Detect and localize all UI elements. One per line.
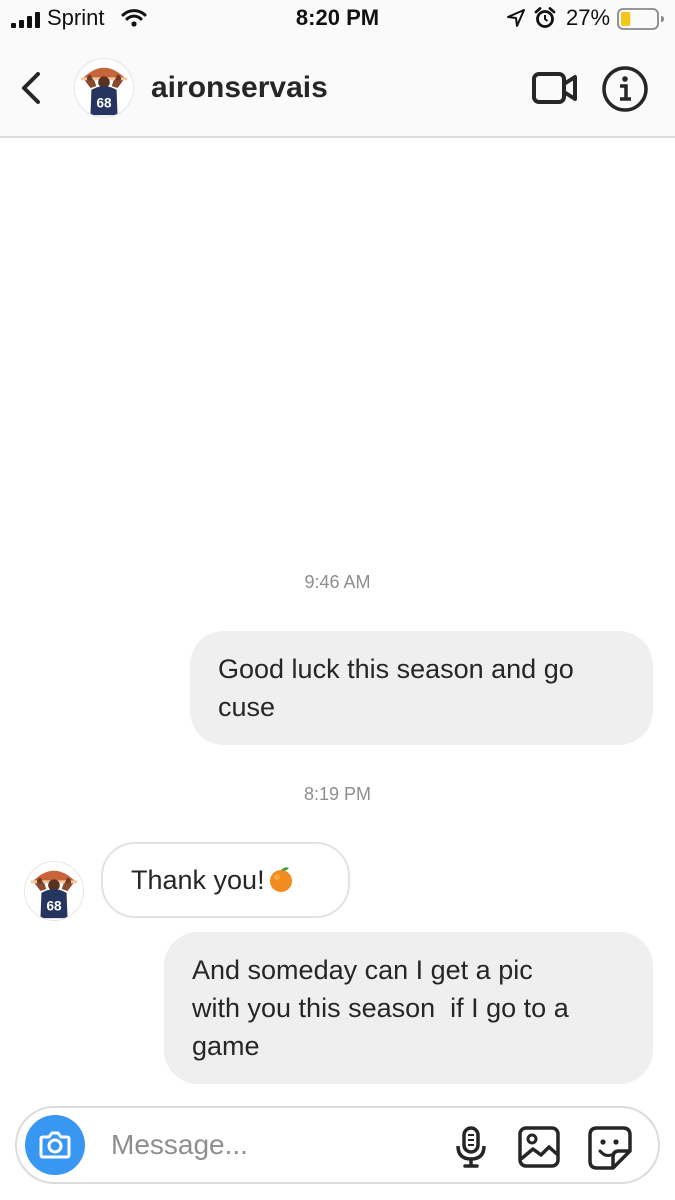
message-text-line: Good luck this season and go	[218, 654, 574, 684]
sticker-icon[interactable]	[587, 1125, 633, 1171]
svg-text:68: 68	[96, 95, 112, 110]
video-call-button[interactable]	[531, 70, 579, 106]
outgoing-message-bubble[interactable]: And someday can I get a pic with you thi…	[164, 932, 653, 1084]
alarm-icon	[534, 7, 556, 28]
message-timestamp: 9:46 AM	[304, 572, 371, 592]
battery-icon	[617, 8, 664, 30]
location-arrow-icon	[507, 9, 525, 27]
message-timestamp: 8:19 PM	[303, 784, 372, 804]
incoming-message-bubble[interactable]: Thank you!	[101, 842, 350, 918]
chat-username[interactable]: aironservais	[151, 71, 328, 105]
outgoing-message-bubble[interactable]: Good luck this season and go cuse	[190, 631, 653, 745]
info-button[interactable]	[601, 65, 649, 113]
player-avatar-image: 68	[75, 59, 133, 117]
status-bar: Sprint 8:20 PM 27%	[0, 0, 675, 40]
avatar[interactable]: 68	[75, 59, 133, 117]
orange-emoji-icon	[269, 867, 292, 892]
chat-header: 68 aironservais	[0, 40, 675, 138]
message-input[interactable]	[109, 1124, 433, 1166]
svg-text:68: 68	[46, 898, 62, 913]
player-avatar-image: 68	[25, 862, 83, 920]
battery-percent: 27%	[566, 5, 611, 30]
camera-button[interactable]	[25, 1115, 85, 1175]
message-text-line: cuse	[218, 692, 276, 722]
camera-icon	[39, 1131, 71, 1159]
message-composer	[15, 1106, 660, 1184]
back-button[interactable]	[14, 68, 50, 108]
microphone-icon[interactable]	[453, 1125, 489, 1169]
message-text-line: with you this season if I go to a	[192, 993, 569, 1023]
message-text-line: game	[192, 1031, 260, 1061]
sender-avatar[interactable]: 68	[25, 862, 83, 920]
gallery-icon[interactable]	[517, 1125, 561, 1169]
message-text-line: And someday can I get a pic	[192, 955, 533, 985]
message-text: Thank you!	[131, 865, 265, 895]
